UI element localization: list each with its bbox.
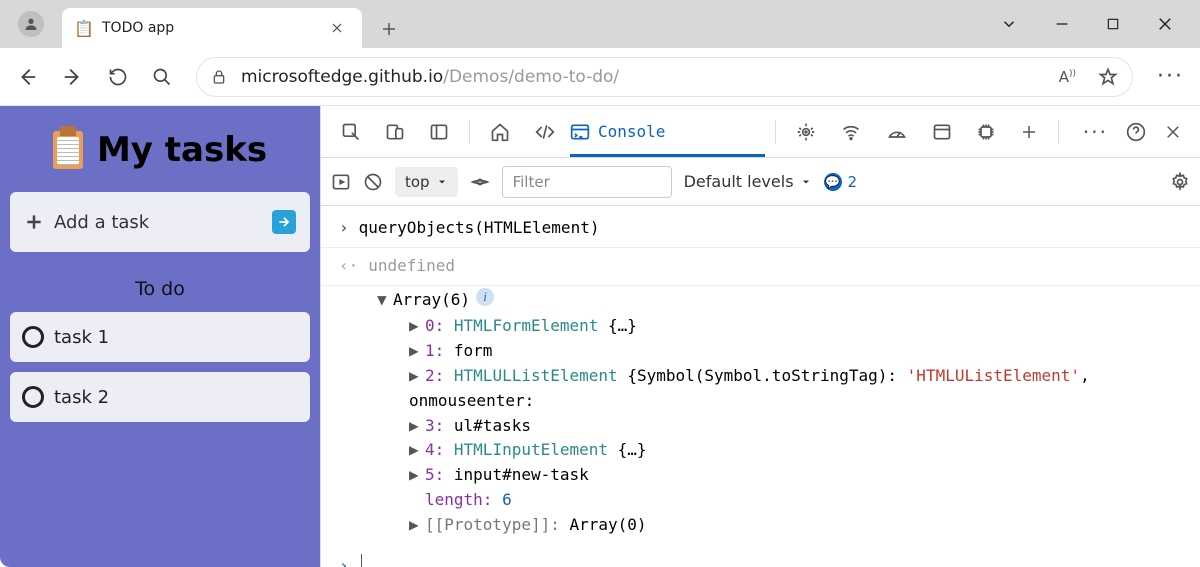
console-tab[interactable]: Console: [570, 106, 765, 157]
task-checkbox[interactable]: [22, 326, 44, 348]
browser-toolbar: microsoftedge.github.io/Demos/demo-to-do…: [0, 48, 1200, 106]
console-result-line: ‹· undefined: [321, 248, 1200, 286]
browser-tab[interactable]: 📋 TODO app: [62, 8, 362, 48]
console-output: › queryObjects(HTMLElement) ‹· undefined…: [321, 206, 1200, 567]
console-object-item[interactable]: ▶4: HTMLInputElement {…}: [321, 438, 1200, 463]
console-prompt[interactable]: ›: [321, 552, 1200, 567]
console-object-item[interactable]: ▶2: HTMLULListElement {Symbol(Symbol.toS…: [321, 364, 1200, 414]
performance-tab[interactable]: [876, 106, 918, 157]
prompt-in-icon: ›: [339, 554, 349, 567]
console-object-item[interactable]: ▶1: form: [321, 339, 1200, 364]
more-tabs-button[interactable]: [1010, 106, 1048, 157]
add-task-placeholder: Add a task: [54, 212, 149, 233]
close-button[interactable]: [1156, 15, 1174, 33]
minimize-button[interactable]: [1054, 16, 1070, 32]
console-settings-button[interactable]: [1170, 172, 1190, 192]
titlebar: 📋 TODO app: [0, 0, 1200, 48]
console-input-text: queryObjects(HTMLElement): [359, 216, 600, 241]
tab-strip: 📋 TODO app: [62, 0, 398, 48]
page-title: My tasks: [97, 130, 267, 170]
new-tab-button[interactable]: [380, 20, 398, 38]
submit-task-button[interactable]: [272, 210, 296, 234]
refresh-button[interactable]: [108, 67, 128, 87]
console-object-header[interactable]: ▼ Array(6) i: [321, 286, 1200, 315]
clear-console-button[interactable]: [363, 172, 383, 192]
network-tab[interactable]: [830, 106, 872, 157]
dock-side-button[interactable]: [419, 106, 459, 157]
application-tab[interactable]: [922, 106, 962, 157]
more-menu-button[interactable]: ···: [1157, 64, 1184, 89]
context-label: top: [405, 173, 430, 191]
clipboard-icon: 📋: [76, 18, 92, 38]
console-input-line: › queryObjects(HTMLElement): [321, 210, 1200, 248]
console-object-item[interactable]: ▶0: HTMLFormElement {…}: [321, 314, 1200, 339]
context-selector[interactable]: top: [395, 167, 458, 197]
maximize-button[interactable]: [1106, 17, 1120, 31]
clipboard-icon: [53, 131, 83, 169]
chevron-down-icon[interactable]: [1000, 15, 1018, 33]
console-tab-label: Console: [598, 120, 665, 145]
text-cursor: [361, 554, 362, 567]
back-button[interactable]: [16, 66, 38, 88]
prompt-out-icon: ‹·: [339, 254, 358, 279]
plus-icon: [24, 212, 44, 232]
console-object-item[interactable]: ▶3: ul#tasks: [321, 414, 1200, 439]
close-devtools-button[interactable]: [1164, 123, 1182, 141]
add-task-input[interactable]: Add a task: [10, 192, 310, 252]
log-levels-selector[interactable]: Default levels: [684, 172, 812, 191]
console-result-text: undefined: [368, 254, 455, 279]
url-text: microsoftedge.github.io/Demos/demo-to-do…: [241, 67, 619, 87]
levels-label: Default levels: [684, 172, 794, 191]
live-expression-button[interactable]: [470, 172, 490, 192]
toggle-sidebar-button[interactable]: [331, 172, 351, 192]
lock-icon: [211, 68, 227, 86]
address-bar[interactable]: microsoftedge.github.io/Demos/demo-to-do…: [196, 57, 1133, 97]
read-aloud-icon[interactable]: A)): [1059, 68, 1076, 86]
issues-button[interactable]: 💬2: [824, 173, 858, 191]
more-tools-button[interactable]: ···: [1083, 120, 1108, 144]
console-object-prototype[interactable]: ▶[[Prototype]]: Array(0): [321, 513, 1200, 538]
help-button[interactable]: [1126, 122, 1146, 142]
favorite-button[interactable]: [1098, 67, 1118, 87]
devtools-panel: Console ··· top Filter Default levels �: [320, 106, 1200, 567]
welcome-tab[interactable]: [480, 106, 520, 157]
console-toolbar: top Filter Default levels 💬2: [321, 158, 1200, 206]
console-object-length: ▶length: 6: [321, 488, 1200, 513]
elements-tab[interactable]: [524, 106, 566, 157]
device-toggle-button[interactable]: [375, 106, 415, 157]
memory-tab[interactable]: [966, 106, 1006, 157]
prompt-in-icon: ›: [339, 216, 349, 241]
task-label: task 2: [54, 387, 109, 408]
profile-avatar[interactable]: [18, 11, 44, 37]
filter-input[interactable]: Filter: [502, 166, 672, 198]
console-object-item[interactable]: ▶5: input#new-task: [321, 463, 1200, 488]
filter-placeholder: Filter: [513, 173, 550, 191]
task-item[interactable]: task 2: [10, 372, 310, 422]
window-controls: [974, 0, 1200, 48]
task-checkbox[interactable]: [22, 386, 44, 408]
task-label: task 1: [54, 327, 109, 348]
page-viewport: My tasks Add a task To do task 1 task 2: [0, 106, 320, 567]
sources-tab[interactable]: [786, 106, 826, 157]
array-header: Array(6): [393, 288, 470, 313]
info-icon[interactable]: i: [476, 288, 494, 306]
forward-button[interactable]: [62, 66, 84, 88]
tab-close-button[interactable]: [326, 17, 348, 39]
disclosure-triangle-open-icon[interactable]: ▼: [377, 288, 389, 313]
tab-title: TODO app: [102, 20, 174, 36]
issues-count: 2: [848, 173, 858, 191]
task-item[interactable]: task 1: [10, 312, 310, 362]
section-heading: To do: [10, 278, 310, 300]
search-icon[interactable]: [152, 67, 172, 87]
chat-icon: 💬: [824, 173, 842, 191]
inspect-button[interactable]: [331, 106, 371, 157]
devtools-tabstrip: Console ···: [321, 106, 1200, 158]
